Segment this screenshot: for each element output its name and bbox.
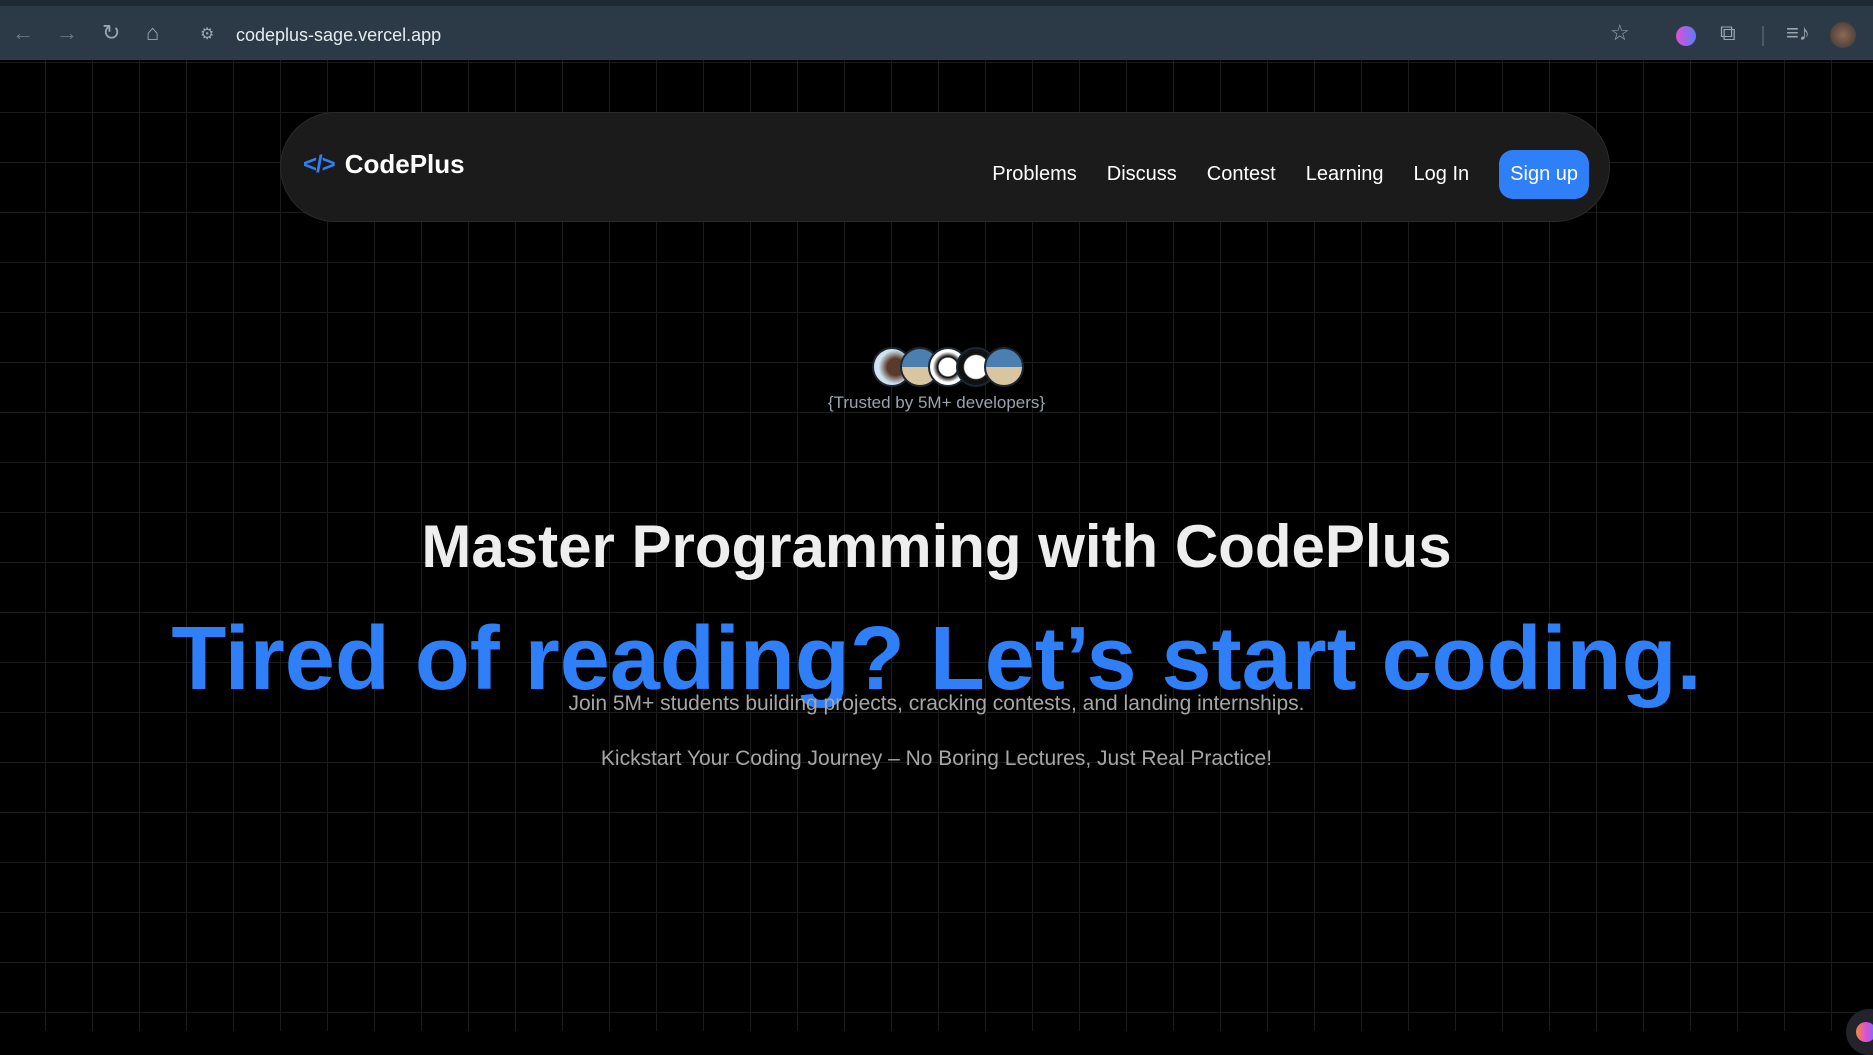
navbar: </> CodePlus Problems Discuss Contest Le… — [280, 112, 1610, 222]
developer-avatars — [872, 347, 1024, 387]
avatar — [984, 347, 1024, 387]
nav-discuss[interactable]: Discuss — [1107, 163, 1177, 186]
brain-icon — [1856, 1022, 1873, 1042]
extensions-puzzle-icon[interactable]: ⧉ — [1720, 20, 1736, 46]
brain-extension-icon[interactable] — [1676, 26, 1696, 46]
nav-contest[interactable]: Contest — [1207, 163, 1276, 186]
forward-icon[interactable]: → — [56, 20, 78, 46]
browser-toolbar: ← → ↻ ⌂ ⚙ codeplus-sage.vercel.app ☆ ⧉ ≡… — [0, 0, 1873, 60]
bookmark-star-icon[interactable]: ☆ — [1610, 20, 1630, 46]
toolbar-divider — [1762, 26, 1764, 46]
back-icon[interactable]: ← — [12, 20, 34, 46]
signup-button[interactable]: Sign up — [1499, 150, 1589, 199]
hero-title: Master Programming with CodePlus — [421, 513, 1452, 580]
address-bar[interactable]: codeplus-sage.vercel.app — [236, 25, 441, 46]
home-icon[interactable]: ⌂ — [146, 20, 159, 46]
code-icon: </> — [303, 150, 336, 178]
assistant-fab[interactable] — [1846, 1009, 1873, 1055]
hero-subtitle: Join 5M+ students building projects, cra… — [568, 692, 1305, 715]
trusted-text: {Trusted by 5M+ developers} — [827, 393, 1046, 412]
profile-avatar[interactable] — [1830, 22, 1856, 48]
hero-tagline: Kickstart Your Coding Journey – No Borin… — [600, 747, 1273, 770]
page: </> CodePlus Problems Discuss Contest Le… — [0, 60, 1873, 1055]
brand-logo[interactable]: </> CodePlus — [303, 149, 465, 180]
login-link[interactable]: Log In — [1414, 163, 1470, 186]
nav-problems[interactable]: Problems — [992, 163, 1076, 186]
reload-icon[interactable]: ↻ — [102, 20, 120, 46]
nav-learning[interactable]: Learning — [1306, 163, 1384, 186]
media-control-icon[interactable]: ≡♪ — [1786, 20, 1810, 46]
brand-name: CodePlus — [344, 149, 465, 179]
site-info-icon[interactable]: ⚙ — [200, 24, 214, 44]
